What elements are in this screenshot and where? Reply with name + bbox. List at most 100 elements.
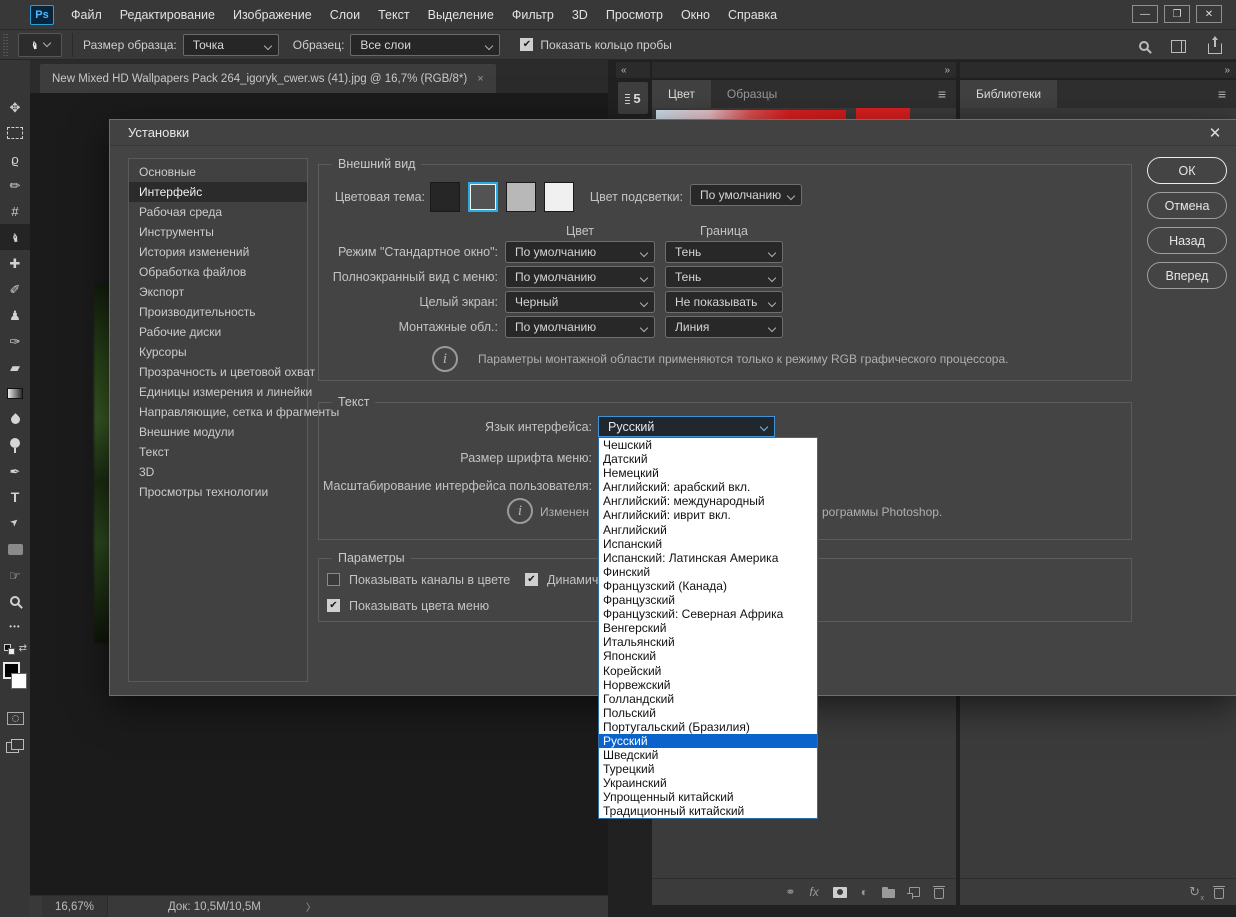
theme-swatch[interactable] (430, 182, 460, 212)
eraser-tool[interactable]: ▰ (0, 354, 30, 380)
language-option[interactable]: Датский (599, 452, 817, 466)
link-icon[interactable]: ⚭ (785, 885, 795, 899)
sidebar-item[interactable]: Рабочие диски (129, 322, 307, 342)
language-option[interactable]: Украинский (599, 776, 817, 790)
tab-libraries[interactable]: Библиотеки (960, 80, 1057, 108)
language-option[interactable]: Испанский (599, 537, 817, 551)
healing-brush-tool[interactable]: ✚ (0, 250, 30, 276)
language-option[interactable]: Турецкий (599, 762, 817, 776)
color-ramp[interactable] (656, 110, 846, 119)
minimize-button[interactable]: — (1132, 5, 1158, 23)
menu-item[interactable]: Фильтр (503, 0, 563, 30)
document-tab[interactable]: New Mixed HD Wallpapers Pack 264_igoryk_… (40, 64, 496, 93)
show-channels-checkbox[interactable]: ✔ (327, 573, 340, 586)
folder-icon[interactable] (882, 889, 895, 898)
sidebar-item[interactable]: Курсоры (129, 342, 307, 362)
language-option[interactable]: Французский (599, 593, 817, 607)
collapsed-panel-icon[interactable]: 5 (618, 82, 648, 114)
language-option[interactable]: Венгерский (599, 621, 817, 635)
gradient-tool[interactable] (0, 380, 30, 406)
close-icon[interactable]: × (477, 73, 483, 85)
language-option[interactable]: Упрощенный китайский (599, 790, 817, 804)
forward-button[interactable]: Вперед (1147, 262, 1227, 289)
language-option[interactable]: Английский: международный (599, 494, 817, 508)
menu-item[interactable]: Просмотр (597, 0, 672, 30)
language-option[interactable]: Норвежский (599, 678, 817, 692)
crop-tool[interactable]: # (0, 198, 30, 224)
language-option[interactable]: Русский (599, 734, 817, 748)
theme-swatch[interactable] (468, 182, 498, 212)
trash-icon[interactable] (934, 888, 944, 899)
menu-item[interactable]: Текст (369, 0, 418, 30)
dock-collapse-bar[interactable]: » (652, 62, 956, 78)
sidebar-item[interactable]: Направляющие, сетка и фрагменты (129, 402, 307, 422)
status-chevron-icon[interactable]: 〉 (306, 899, 316, 914)
shape-tool[interactable] (0, 536, 30, 562)
language-option[interactable]: Традиционный китайский (599, 804, 817, 818)
screen-mode-button[interactable] (6, 739, 24, 753)
move-tool[interactable]: ✥ (0, 94, 30, 120)
current-color-swatch[interactable] (856, 108, 910, 119)
color-select[interactable]: По умолчанию (505, 266, 655, 288)
language-option[interactable]: Корейский (599, 664, 817, 678)
language-option[interactable]: Английский: иврит вкл. (599, 508, 817, 522)
border-select[interactable]: Не показывать (665, 291, 783, 313)
language-option[interactable]: Шведский (599, 748, 817, 762)
color-select[interactable]: По умолчанию (505, 316, 655, 338)
language-option[interactable]: Финский (599, 565, 817, 579)
menu-item[interactable]: Справка (719, 0, 786, 30)
quick-mask-button[interactable] (7, 712, 24, 725)
tab-color[interactable]: Цвет (652, 80, 711, 108)
drag-handle-icon[interactable] (2, 34, 10, 56)
language-option[interactable]: Французский (Канада) (599, 579, 817, 593)
share-icon[interactable] (1208, 43, 1222, 54)
language-option[interactable]: Голландский (599, 692, 817, 706)
menu-item[interactable]: Окно (672, 0, 719, 30)
sidebar-item[interactable]: Рабочая среда (129, 202, 307, 222)
workspace-icon[interactable] (1171, 40, 1186, 53)
default-colors-widget[interactable]: ⇄ (0, 642, 30, 658)
sidebar-item[interactable]: Экспорт (129, 282, 307, 302)
dodge-tool[interactable] (0, 432, 30, 458)
sidebar-item[interactable]: История изменений (129, 242, 307, 262)
language-option[interactable]: Английский: арабский вкл. (599, 480, 817, 494)
clone-stamp-tool[interactable]: ♟ (0, 302, 30, 328)
menu-item[interactable]: Слои (321, 0, 369, 30)
sidebar-item[interactable]: Прозрачность и цветовой охват (129, 362, 307, 382)
dock-collapse-bar[interactable]: » (960, 62, 1236, 78)
panel-menu-icon[interactable]: ≡ (1218, 86, 1226, 102)
language-option[interactable]: Испанский: Латинская Америка (599, 551, 817, 565)
panel-menu-icon[interactable]: ≡ (938, 86, 946, 102)
lasso-tool[interactable]: ϱ (0, 146, 30, 172)
ok-button[interactable]: ОК (1147, 157, 1227, 184)
search-icon[interactable] (1139, 41, 1149, 51)
menu-item[interactable]: Редактирование (111, 0, 224, 30)
language-option[interactable]: Португальский (Бразилия) (599, 720, 817, 734)
ui-language-combobox[interactable]: Русский (598, 416, 775, 437)
language-option[interactable]: Немецкий (599, 466, 817, 480)
menu-item[interactable]: Файл (62, 0, 111, 30)
dynamic-checkbox[interactable]: ✔ (525, 573, 538, 586)
rectangular-marquee-tool[interactable] (0, 120, 30, 146)
zoom-level[interactable]: 16,67% (42, 896, 108, 917)
zoom-tool[interactable] (0, 588, 30, 614)
sidebar-item[interactable]: Обработка файлов (129, 262, 307, 282)
more-tools[interactable]: ••• (0, 614, 30, 640)
language-option[interactable]: Английский (599, 523, 817, 537)
tab-swatches[interactable]: Образцы (711, 80, 793, 108)
color-select[interactable]: Черный (505, 291, 655, 313)
quick-selection-tool[interactable]: ✏ (0, 172, 30, 198)
cancel-button[interactable]: Отмена (1147, 192, 1227, 219)
sidebar-item[interactable]: Основные (129, 162, 307, 182)
show-menu-colors-checkbox[interactable]: ✔ (327, 599, 340, 612)
language-option[interactable]: Польский (599, 706, 817, 720)
eyedropper-tool[interactable]: ✒ (0, 224, 30, 250)
new-layer-icon[interactable] (909, 887, 920, 897)
back-button[interactable]: Назад (1147, 227, 1227, 254)
hand-tool[interactable]: ☞ (0, 562, 30, 588)
dialog-close-button[interactable]: ✕ (1204, 122, 1226, 144)
menu-item[interactable]: Изображение (224, 0, 321, 30)
swap-colors-icon[interactable]: ⇄ (19, 643, 27, 654)
menu-item[interactable]: 3D (563, 0, 597, 30)
language-option[interactable]: Итальянский (599, 635, 817, 649)
